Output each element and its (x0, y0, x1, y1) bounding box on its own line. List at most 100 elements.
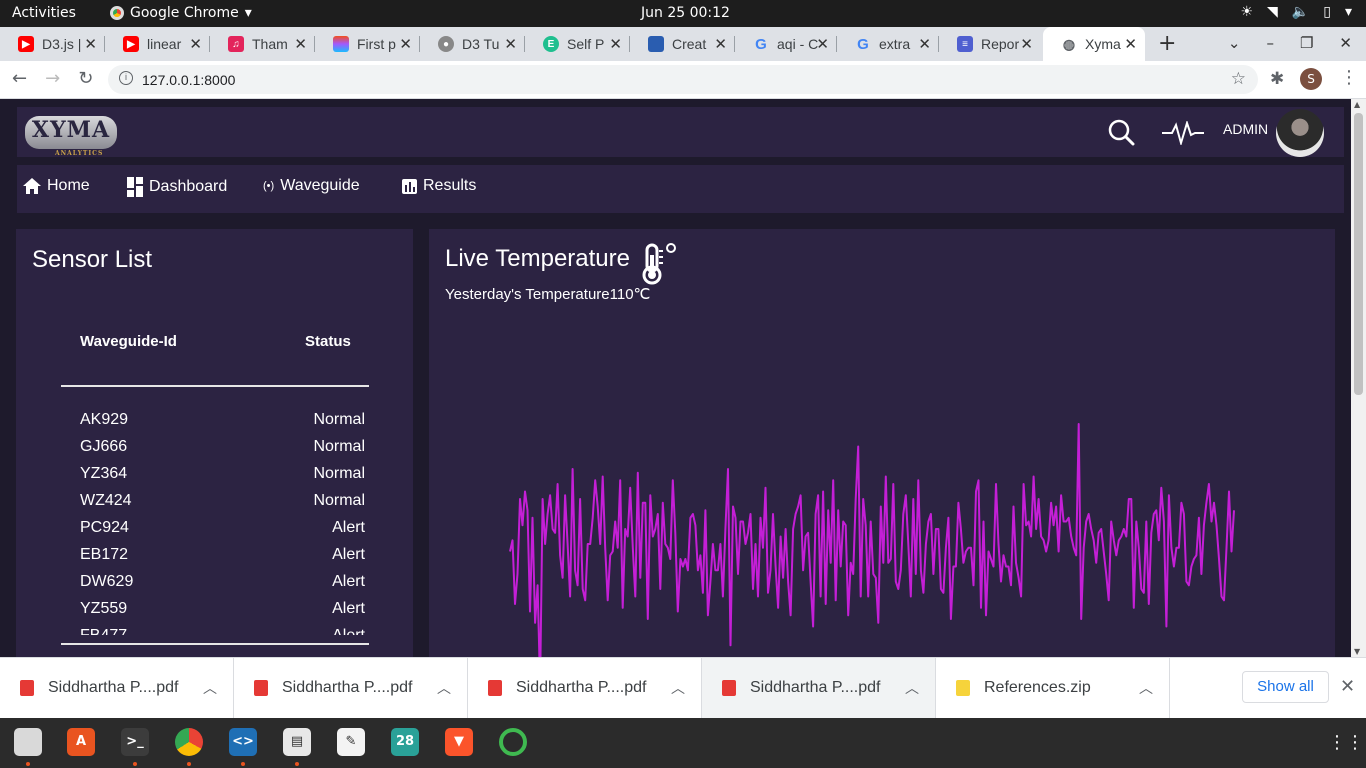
user-label[interactable]: ADMIN (1223, 121, 1268, 137)
nav-label: Waveguide (280, 177, 360, 194)
browser-tab[interactable]: ♫ Tham ✕ (210, 27, 315, 61)
chevron-up-icon[interactable]: ︿ (671, 678, 685, 698)
close-tab-icon[interactable]: ✕ (1020, 35, 1033, 53)
app-header: XYMA ANALYTICS ADMIN (17, 107, 1344, 157)
bar-chart-icon (402, 178, 417, 194)
table-row[interactable]: FB477 Alert (61, 623, 369, 635)
close-tab-icon[interactable]: ✕ (816, 35, 829, 53)
kebab-menu-icon[interactable]: ⋮ (1340, 67, 1358, 88)
sensor-table-body[interactable]: AK929 Normal GJ666 Normal YZ364 Normal WZ42… (61, 407, 369, 635)
terminal-icon[interactable]: >_ (121, 728, 149, 756)
browser-tab[interactable]: E Self P ✕ (525, 27, 630, 61)
sensor-id: PC924 (80, 519, 129, 536)
close-tab-icon[interactable]: ✕ (609, 35, 622, 53)
browser-tab[interactable]: ▶ linear ✕ (105, 27, 210, 61)
brave-icon[interactable]: ▼ (445, 728, 473, 756)
nav-home[interactable]: Home (23, 177, 90, 195)
activities-button[interactable]: Activities (12, 5, 76, 21)
search-icon[interactable] (1107, 118, 1135, 146)
browser-toolbar: ← → ↻ i 127.0.0.1:8000 ☆ ✱ S ⋮ (0, 61, 1366, 99)
close-shelf-icon[interactable]: ✕ (1340, 676, 1355, 697)
calendar-icon[interactable]: 28 (391, 728, 419, 756)
table-row[interactable]: PC924 Alert (61, 515, 369, 542)
profile-avatar[interactable]: S (1300, 68, 1322, 90)
download-item[interactable]: Siddhartha P....pdf ︿ (702, 658, 936, 718)
running-indicator (133, 762, 137, 766)
close-window-icon[interactable]: ✕ (1339, 34, 1352, 52)
browser-tab[interactable]: First p ✕ (315, 27, 420, 61)
table-row[interactable]: GJ666 Normal (61, 434, 369, 461)
pulse-icon[interactable] (1162, 121, 1204, 145)
download-item[interactable]: Siddhartha P....pdf ︿ (0, 658, 234, 718)
browser-tab[interactable]: G aqi - C ✕ (735, 27, 837, 61)
nav-waveguide[interactable]: (•) Waveguide (263, 177, 360, 195)
download-item[interactable]: Siddhartha P....pdf ︿ (234, 658, 468, 718)
tab-title: First p (357, 36, 396, 52)
scroll-up-arrow[interactable]: ▲ (1354, 100, 1360, 109)
table-row[interactable]: YZ559 Alert (61, 596, 369, 623)
show-all-button[interactable]: Show all (1242, 671, 1329, 703)
download-item[interactable]: References.zip ︿ (936, 658, 1170, 718)
browser-tab[interactable]: ≡ Repor ✕ (939, 27, 1041, 61)
close-tab-icon[interactable]: ✕ (84, 35, 97, 53)
reload-icon[interactable]: ↻ (78, 68, 93, 89)
sensor-list-title: Sensor List (32, 246, 153, 273)
user-avatar[interactable] (1276, 109, 1324, 157)
info-icon[interactable]: i (119, 71, 133, 85)
chrome-dock-icon[interactable] (175, 728, 203, 756)
software-center-icon[interactable]: A (67, 728, 95, 756)
chevron-up-icon[interactable]: ︿ (437, 678, 451, 698)
table-row[interactable]: AK929 Normal (61, 407, 369, 434)
sensor-status: Normal (313, 411, 365, 428)
extensions-icon[interactable]: ✱ (1270, 69, 1284, 89)
close-tab-icon[interactable]: ✕ (1124, 35, 1137, 53)
youtube-icon: ▶ (18, 36, 34, 52)
scroll-down-arrow[interactable]: ▼ (1354, 647, 1360, 656)
table-row[interactable]: DW629 Alert (61, 569, 369, 596)
text-editor-icon[interactable]: ✎ (337, 728, 365, 756)
document-viewer-icon[interactable]: ▤ (283, 728, 311, 756)
spinner-app-icon[interactable] (499, 728, 527, 756)
chevron-up-icon[interactable]: ︿ (203, 678, 217, 698)
app-menu[interactable]: Google Chrome ▾ (110, 5, 252, 21)
table-row[interactable]: WZ424 Normal (61, 488, 369, 515)
close-tab-icon[interactable]: ✕ (504, 35, 517, 53)
address-bar[interactable]: i 127.0.0.1:8000 ☆ (108, 65, 1258, 94)
browser-tab[interactable]: G extra ✕ (837, 27, 939, 61)
nav-dashboard[interactable]: Dashboard (127, 177, 227, 197)
close-tab-icon[interactable]: ✕ (294, 35, 307, 53)
new-tab-button[interactable]: + (1158, 31, 1176, 56)
table-row[interactable]: EB172 Alert (61, 542, 369, 569)
vscode-icon[interactable]: <> (229, 728, 257, 756)
minimize-icon[interactable]: – (1266, 34, 1274, 52)
close-tab-icon[interactable]: ✕ (918, 35, 931, 53)
caret-down-icon: ▾ (244, 5, 252, 21)
tab-title: Tham (252, 36, 288, 52)
scrollbar-thumb[interactable] (1354, 113, 1363, 395)
close-tab-icon[interactable]: ✕ (714, 35, 727, 53)
download-item[interactable]: Siddhartha P....pdf ︿ (468, 658, 702, 718)
close-tab-icon[interactable]: ✕ (399, 35, 412, 53)
back-icon[interactable]: ← (12, 68, 27, 89)
nav-results[interactable]: Results (402, 177, 476, 195)
forward-icon[interactable]: → (45, 68, 60, 89)
xyma-logo[interactable]: XYMA ANALYTICS (25, 116, 117, 157)
close-tab-icon[interactable]: ✕ (189, 35, 202, 53)
chevron-up-icon[interactable]: ︿ (1139, 678, 1153, 698)
table-row[interactable]: YZ364 Normal (61, 461, 369, 488)
browser-tab[interactable]: Creat ✕ (630, 27, 735, 61)
tab-search-icon[interactable]: ⌄ (1228, 34, 1241, 52)
browser-tab[interactable]: ● D3 Tu ✕ (420, 27, 525, 61)
app-grid-icon[interactable]: ⋮⋮⋮ (1328, 732, 1366, 753)
tab-title: Self P (567, 36, 605, 52)
bookmark-star-icon[interactable]: ☆ (1231, 69, 1246, 89)
clock[interactable]: Jun 25 00:12 (641, 5, 730, 21)
browser-tab[interactable]: ▶ D3.js | ✕ (0, 27, 105, 61)
restore-icon[interactable]: ❐ (1300, 34, 1313, 52)
page-scrollbar[interactable]: ▲ ▼ (1351, 99, 1366, 657)
browser-tab-active[interactable]: ◍ Xyma ✕ (1043, 27, 1145, 61)
files-icon[interactable] (14, 728, 42, 756)
chevron-up-icon[interactable]: ︿ (905, 678, 919, 698)
system-tray[interactable]: ☀ ◥ 🔈 ▯ ▾ (1240, 4, 1352, 20)
temperature-line-chart[interactable] (429, 229, 1335, 657)
